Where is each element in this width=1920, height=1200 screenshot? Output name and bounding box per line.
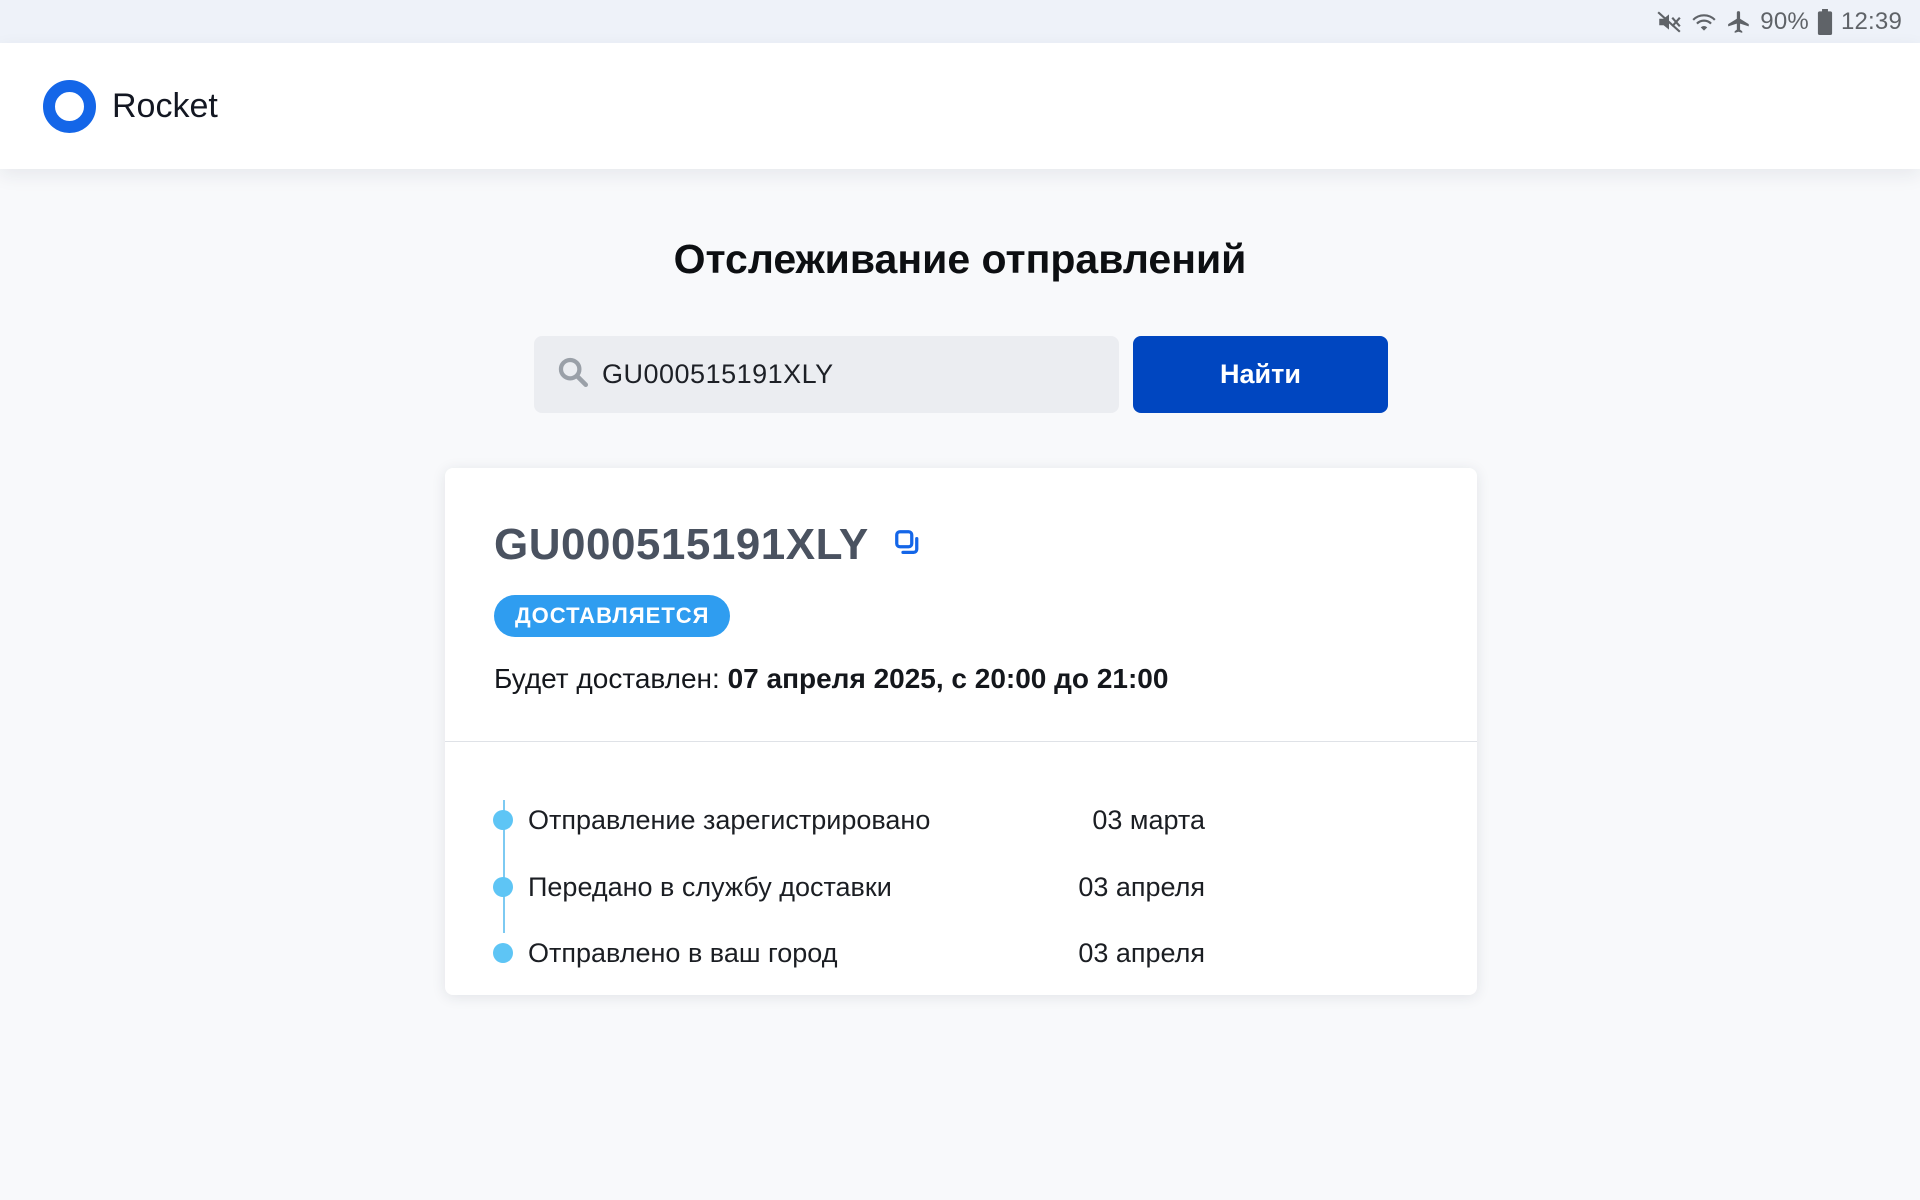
event-date: 03 апреля xyxy=(1078,871,1205,902)
page-title: Отслеживание отправлений xyxy=(673,236,1247,282)
app-header: Rocket xyxy=(0,43,1920,169)
event-date: 03 апреля xyxy=(1078,937,1205,968)
delivery-label: Будет доставлен: xyxy=(494,663,720,694)
rocket-logo-icon[interactable] xyxy=(43,79,96,133)
search-box[interactable] xyxy=(534,336,1119,413)
tracking-number-row: GU000515191XLY xyxy=(494,520,923,570)
delivery-info: Будет доставлен: 07 апреля 2025, с 20:00… xyxy=(494,663,1168,695)
search-input[interactable] xyxy=(602,359,1082,390)
battery-icon xyxy=(1817,8,1833,35)
divider xyxy=(445,741,1477,742)
tracking-result-card: GU000515191XLY ДОСТАВЛЯЕТСЯ Будет достав… xyxy=(445,468,1477,995)
brand-name[interactable]: Rocket xyxy=(112,87,218,126)
wifi-icon xyxy=(1690,9,1718,35)
copy-icon[interactable] xyxy=(893,528,923,563)
airplane-icon xyxy=(1726,9,1752,35)
timeline-dot xyxy=(493,877,513,897)
mute-icon xyxy=(1656,9,1682,35)
status-bar: 90% 12:39 xyxy=(0,0,1920,43)
search-icon xyxy=(556,355,590,394)
status-badge: ДОСТАВЛЯЕТСЯ xyxy=(494,595,731,637)
event-date: 03 марта xyxy=(1092,804,1205,835)
timeline-event: Отправлено в ваш город 03 апреля xyxy=(445,933,1477,973)
timeline-event: Передано в службу доставки 03 апреля xyxy=(445,867,1477,907)
event-label: Отправление зарегистрировано xyxy=(528,804,931,835)
search-button[interactable]: Найти xyxy=(1133,336,1388,413)
battery-percent: 90% xyxy=(1760,7,1809,35)
timeline-dot xyxy=(493,943,513,963)
delivery-date: 07 апреля 2025, с 20:00 до 21:00 xyxy=(727,663,1169,694)
timeline-dot xyxy=(493,810,513,830)
event-label: Отправлено в ваш город xyxy=(528,937,838,968)
tracking-number: GU000515191XLY xyxy=(494,520,869,569)
event-label: Передано в службу доставки xyxy=(528,871,892,902)
timeline-event: Отправление зарегистрировано 03 марта xyxy=(445,800,1477,840)
clock: 12:39 xyxy=(1840,7,1902,35)
